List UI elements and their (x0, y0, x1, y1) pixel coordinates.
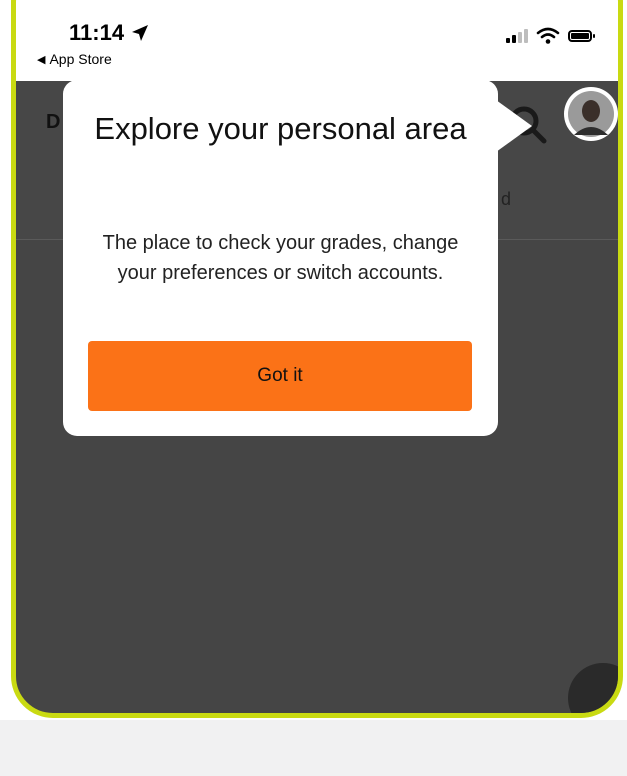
time-label: 11:14 (69, 20, 125, 45)
avatar[interactable] (564, 87, 618, 141)
status-bar: 11:14 ◀ App Store (16, 0, 618, 81)
onboarding-tooltip: Explore your personal area The place to … (63, 80, 498, 436)
tooltip-arrow (496, 100, 532, 152)
location-arrow-icon (132, 25, 149, 41)
signal-icon (506, 29, 528, 43)
back-app-label: App Store (49, 51, 112, 67)
status-time: 11:14 (69, 20, 150, 46)
status-icons (506, 27, 595, 45)
header-title-fragment: D (46, 111, 61, 133)
wifi-icon (536, 27, 560, 44)
battery-icon (568, 30, 595, 42)
tooltip-title: Explore your personal area (94, 111, 467, 146)
floating-action-button[interactable] (568, 663, 618, 713)
back-caret-icon: ◀ (37, 53, 46, 66)
tooltip-body: The place to check your grades, change y… (102, 232, 459, 284)
got-it-button[interactable]: Got it (88, 341, 472, 411)
page-footer-band (0, 720, 627, 776)
back-to-app-link[interactable]: ◀ App Store (37, 51, 112, 67)
header-tab-fragment: d (501, 189, 512, 209)
avatar-photo (568, 91, 614, 137)
